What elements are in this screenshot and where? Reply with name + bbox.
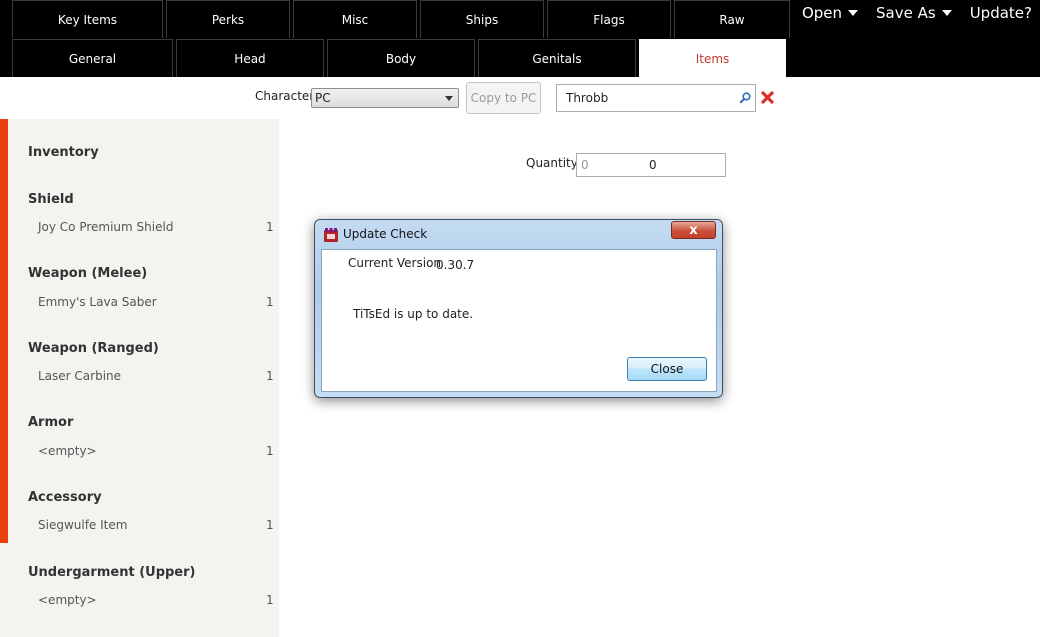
update-check-dialog: Update Check x Current Version 0.30.7 Ti… <box>314 219 723 398</box>
item-count: 1 <box>266 593 274 607</box>
item-count: 1 <box>266 220 274 234</box>
section-inventory[interactable]: Inventory <box>28 145 99 160</box>
section-undergarment-upper[interactable]: Undergarment (Upper) <box>28 565 195 580</box>
item-count: 1 <box>266 444 274 458</box>
list-item[interactable]: Siegwulfe Item <box>38 518 127 532</box>
list-item[interactable]: <empty> <box>38 593 97 607</box>
section-shield[interactable]: Shield <box>28 192 74 207</box>
item-count: 1 <box>266 518 274 532</box>
character-label: Character <box>255 89 315 103</box>
section-accessory[interactable]: Accessory <box>28 490 102 505</box>
section-armor[interactable]: Armor <box>28 415 73 430</box>
search-value: Throbb <box>566 91 609 105</box>
tab-key-items[interactable]: Key Items <box>12 0 163 38</box>
quantity-label: Quantity <box>526 156 578 170</box>
current-version-value: 0.30.7 <box>436 258 475 272</box>
character-toolbar: Character PC Copy to PC Throbb <box>0 82 1040 116</box>
tab-row-bottom: General Head Body Genitals Items <box>12 39 789 77</box>
character-select[interactable]: PC <box>311 88 459 108</box>
top-bar: Key Items Perks Misc Ships Flags Raw Gen… <box>0 0 1040 77</box>
clear-search-icon[interactable] <box>760 90 775 105</box>
close-icon[interactable]: x <box>671 221 716 239</box>
item-count: 1 <box>266 369 274 383</box>
update-link[interactable]: Update? <box>970 0 1032 26</box>
quantity-min: 0 <box>581 158 589 172</box>
open-menu[interactable]: Open <box>801 0 859 26</box>
quantity-input[interactable]: 0 0 <box>576 153 726 177</box>
character-select-value: PC <box>315 91 331 105</box>
dialog-title: Update Check <box>343 227 428 241</box>
search-input[interactable]: Throbb <box>556 84 756 112</box>
save-as-menu[interactable]: Save As <box>876 0 952 26</box>
item-count: 1 <box>266 295 274 309</box>
tab-items[interactable]: Items <box>639 39 786 77</box>
list-item[interactable]: Laser Carbine <box>38 369 121 383</box>
list-item[interactable]: Joy Co Premium Shield <box>38 220 173 234</box>
tab-flags[interactable]: Flags <box>547 0 671 38</box>
tab-misc[interactable]: Misc <box>293 0 417 38</box>
search-icon[interactable] <box>739 92 751 104</box>
current-version-label: Current Version <box>348 256 442 270</box>
list-item[interactable]: Emmy's Lava Saber <box>38 295 157 309</box>
tab-perks[interactable]: Perks <box>166 0 290 38</box>
section-weapon-melee[interactable]: Weapon (Melee) <box>28 266 147 281</box>
tab-general[interactable]: General <box>12 39 173 77</box>
copy-to-pc-button[interactable]: Copy to PC <box>466 82 541 114</box>
save-as-label: Save As <box>876 4 936 22</box>
section-weapon-ranged[interactable]: Weapon (Ranged) <box>28 341 159 356</box>
status-message: TiTsEd is up to date. <box>353 307 474 321</box>
top-menu: Open Save As Update? <box>802 0 1040 26</box>
tab-body[interactable]: Body <box>327 39 475 77</box>
item-slot-sidebar: Inventory Shield Joy Co Premium Shield 1… <box>0 119 279 637</box>
tab-raw[interactable]: Raw <box>674 0 790 38</box>
quantity-value: 0 <box>649 158 657 172</box>
chevron-down-icon <box>941 10 952 16</box>
app-icon <box>324 228 338 242</box>
dialog-body: Current Version 0.30.7 TiTsEd is up to d… <box>321 249 717 392</box>
close-button[interactable]: Close <box>627 357 707 381</box>
sidebar-accent-bar <box>0 119 8 543</box>
tab-row-top: Key Items Perks Misc Ships Flags Raw <box>12 0 793 38</box>
tab-genitals[interactable]: Genitals <box>478 39 636 77</box>
tab-ships[interactable]: Ships <box>420 0 544 38</box>
chevron-down-icon <box>848 10 859 16</box>
dropdown-arrow-icon <box>445 96 453 101</box>
open-label: Open <box>801 4 843 22</box>
list-item[interactable]: <empty> <box>38 444 97 458</box>
tab-head[interactable]: Head <box>176 39 324 77</box>
